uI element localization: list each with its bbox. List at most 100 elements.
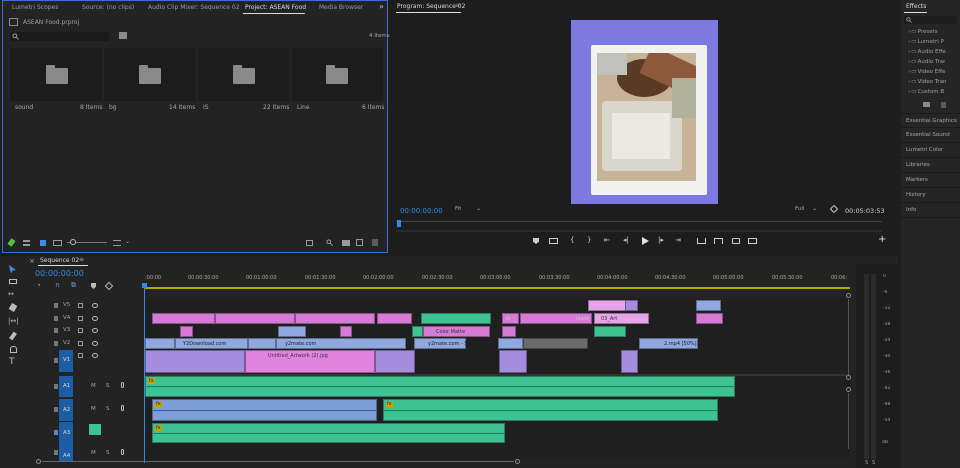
tab-lumetri-scopes[interactable]: Lumetri Scopes bbox=[12, 4, 58, 11]
add-button-icon[interactable]: + bbox=[878, 234, 886, 245]
icon-view-icon[interactable] bbox=[40, 240, 46, 246]
more-tabs-icon[interactable]: » bbox=[379, 2, 384, 11]
linked-selection-icon[interactable]: ∩ bbox=[55, 281, 60, 289]
tab-project[interactable]: Project: ASEAN Food bbox=[245, 4, 306, 11]
eye-icon[interactable] bbox=[92, 303, 98, 308]
tab-source[interactable]: Source: (no clips) bbox=[82, 4, 134, 11]
lift-icon[interactable] bbox=[697, 238, 706, 244]
microphone-icon[interactable] bbox=[121, 405, 124, 411]
mark-in-icon[interactable]: { bbox=[570, 236, 574, 244]
solo-button[interactable]: S bbox=[106, 383, 110, 389]
close-icon[interactable]: × bbox=[29, 257, 35, 265]
clip[interactable] bbox=[498, 338, 523, 349]
clip[interactable]: y2mate.com bbox=[276, 338, 406, 349]
clip[interactable] bbox=[295, 313, 375, 324]
safe-margins-icon[interactable] bbox=[549, 238, 558, 244]
clip[interactable] bbox=[375, 350, 415, 373]
effects-folder-presets[interactable]: › ▭ Presets bbox=[908, 29, 938, 35]
lock-icon[interactable] bbox=[54, 450, 58, 455]
playhead-timecode[interactable]: 00:00:00:00 bbox=[400, 207, 443, 215]
wrench-icon[interactable] bbox=[104, 281, 114, 291]
solo-button[interactable]: S bbox=[106, 450, 110, 456]
mute-button[interactable]: M bbox=[91, 383, 96, 389]
clip[interactable] bbox=[215, 313, 295, 324]
lock-icon[interactable] bbox=[54, 407, 58, 412]
sync-lock-icon[interactable] bbox=[78, 341, 83, 346]
clip[interactable] bbox=[421, 313, 491, 324]
list-view-icon[interactable] bbox=[23, 240, 30, 246]
find-icon[interactable] bbox=[326, 239, 333, 246]
clip[interactable] bbox=[625, 300, 638, 311]
lock-icon[interactable] bbox=[54, 303, 58, 308]
horizontal-scrollbar[interactable] bbox=[36, 459, 520, 464]
panel-essential-graphics[interactable]: Essential Graphics bbox=[901, 113, 960, 128]
vertical-scrollbar[interactable] bbox=[846, 293, 851, 453]
bin-tile-is[interactable] bbox=[198, 48, 289, 101]
go-to-in-icon[interactable]: ⇤ bbox=[604, 236, 610, 244]
source-patch-a1[interactable]: A1 bbox=[59, 376, 73, 397]
add-marker-icon[interactable] bbox=[91, 283, 96, 289]
clip[interactable] bbox=[696, 313, 723, 324]
clip[interactable]: Y2Download.com bbox=[175, 338, 248, 349]
track-select-tool-icon[interactable] bbox=[9, 279, 17, 284]
eye-icon[interactable] bbox=[92, 353, 98, 358]
sort-icon[interactable] bbox=[113, 240, 121, 246]
sync-lock-icon[interactable] bbox=[78, 328, 83, 333]
microphone-icon[interactable] bbox=[121, 449, 124, 455]
lock-icon[interactable] bbox=[54, 358, 58, 363]
sync-lock-icon[interactable] bbox=[78, 316, 83, 321]
pencil-icon[interactable] bbox=[7, 238, 16, 247]
clip[interactable] bbox=[278, 326, 306, 337]
bin-tile-line[interactable] bbox=[292, 48, 383, 101]
tab-media-browser[interactable]: Media Browser bbox=[319, 4, 363, 11]
clip[interactable] bbox=[499, 350, 527, 373]
effects-folder-custom-bins[interactable]: › ▭ Custom B bbox=[908, 89, 944, 95]
work-area-bar[interactable] bbox=[145, 287, 850, 289]
clip[interactable] bbox=[523, 338, 588, 349]
eye-icon[interactable] bbox=[92, 316, 98, 321]
solo-right-button[interactable]: S bbox=[872, 460, 875, 466]
source-patch-a2[interactable]: A2 bbox=[59, 399, 73, 421]
play-icon[interactable] bbox=[641, 237, 649, 245]
panel-info[interactable]: Info bbox=[901, 203, 960, 218]
playhead[interactable] bbox=[397, 220, 401, 227]
ripple-edit-tool-icon[interactable]: ↔ bbox=[8, 290, 14, 298]
lock-icon[interactable] bbox=[54, 341, 58, 346]
hand-tool-icon[interactable] bbox=[10, 346, 17, 353]
freeform-view-icon[interactable] bbox=[53, 240, 62, 246]
panel-libraries[interactable]: Libraries bbox=[901, 158, 960, 173]
clip[interactable]: fx bbox=[502, 313, 519, 324]
panel-markers[interactable]: Markers bbox=[901, 173, 960, 188]
clip[interactable] bbox=[152, 313, 215, 324]
clip[interactable]: Color Matte bbox=[423, 326, 490, 337]
eye-icon[interactable] bbox=[92, 328, 98, 333]
playhead-handle[interactable] bbox=[142, 283, 147, 288]
clip[interactable] bbox=[248, 338, 276, 349]
snap-icon[interactable]: ⋆ bbox=[37, 281, 41, 289]
lock-icon[interactable] bbox=[54, 316, 58, 321]
camera-icon[interactable] bbox=[732, 238, 740, 244]
solo-left-button[interactable]: S bbox=[865, 460, 868, 466]
new-item-icon[interactable] bbox=[356, 239, 363, 246]
eye-icon[interactable] bbox=[92, 341, 98, 346]
clip[interactable]: 03_Art bbox=[594, 313, 649, 324]
bin-tile-sound[interactable] bbox=[10, 48, 102, 101]
wrench-icon[interactable] bbox=[829, 204, 839, 214]
slip-tool-icon[interactable]: |↔| bbox=[8, 317, 19, 325]
source-patch-a3[interactable]: A3 bbox=[59, 422, 73, 444]
effects-folder-lumetri[interactable]: › ▭ Lumetri P bbox=[908, 39, 944, 45]
audio-clip[interactable]: fx bbox=[152, 399, 377, 421]
trash-icon[interactable] bbox=[372, 239, 378, 246]
panel-history[interactable]: History bbox=[901, 188, 960, 203]
clip[interactable] bbox=[145, 338, 175, 349]
add-marker-icon[interactable] bbox=[533, 238, 539, 244]
program-ruler[interactable] bbox=[396, 221, 882, 227]
effects-search-input[interactable] bbox=[904, 16, 957, 24]
clip[interactable] bbox=[502, 326, 516, 337]
menu-icon[interactable]: ≡ bbox=[455, 2, 460, 9]
tab-audio-clip-mixer[interactable]: Audio Clip Mixer: Sequence 02 bbox=[148, 4, 240, 11]
clip[interactable]: 2.mp4 [50%] bbox=[639, 338, 698, 349]
clip[interactable] bbox=[377, 313, 412, 324]
clip[interactable] bbox=[588, 300, 626, 311]
zoom-slider-handle[interactable] bbox=[70, 239, 76, 245]
